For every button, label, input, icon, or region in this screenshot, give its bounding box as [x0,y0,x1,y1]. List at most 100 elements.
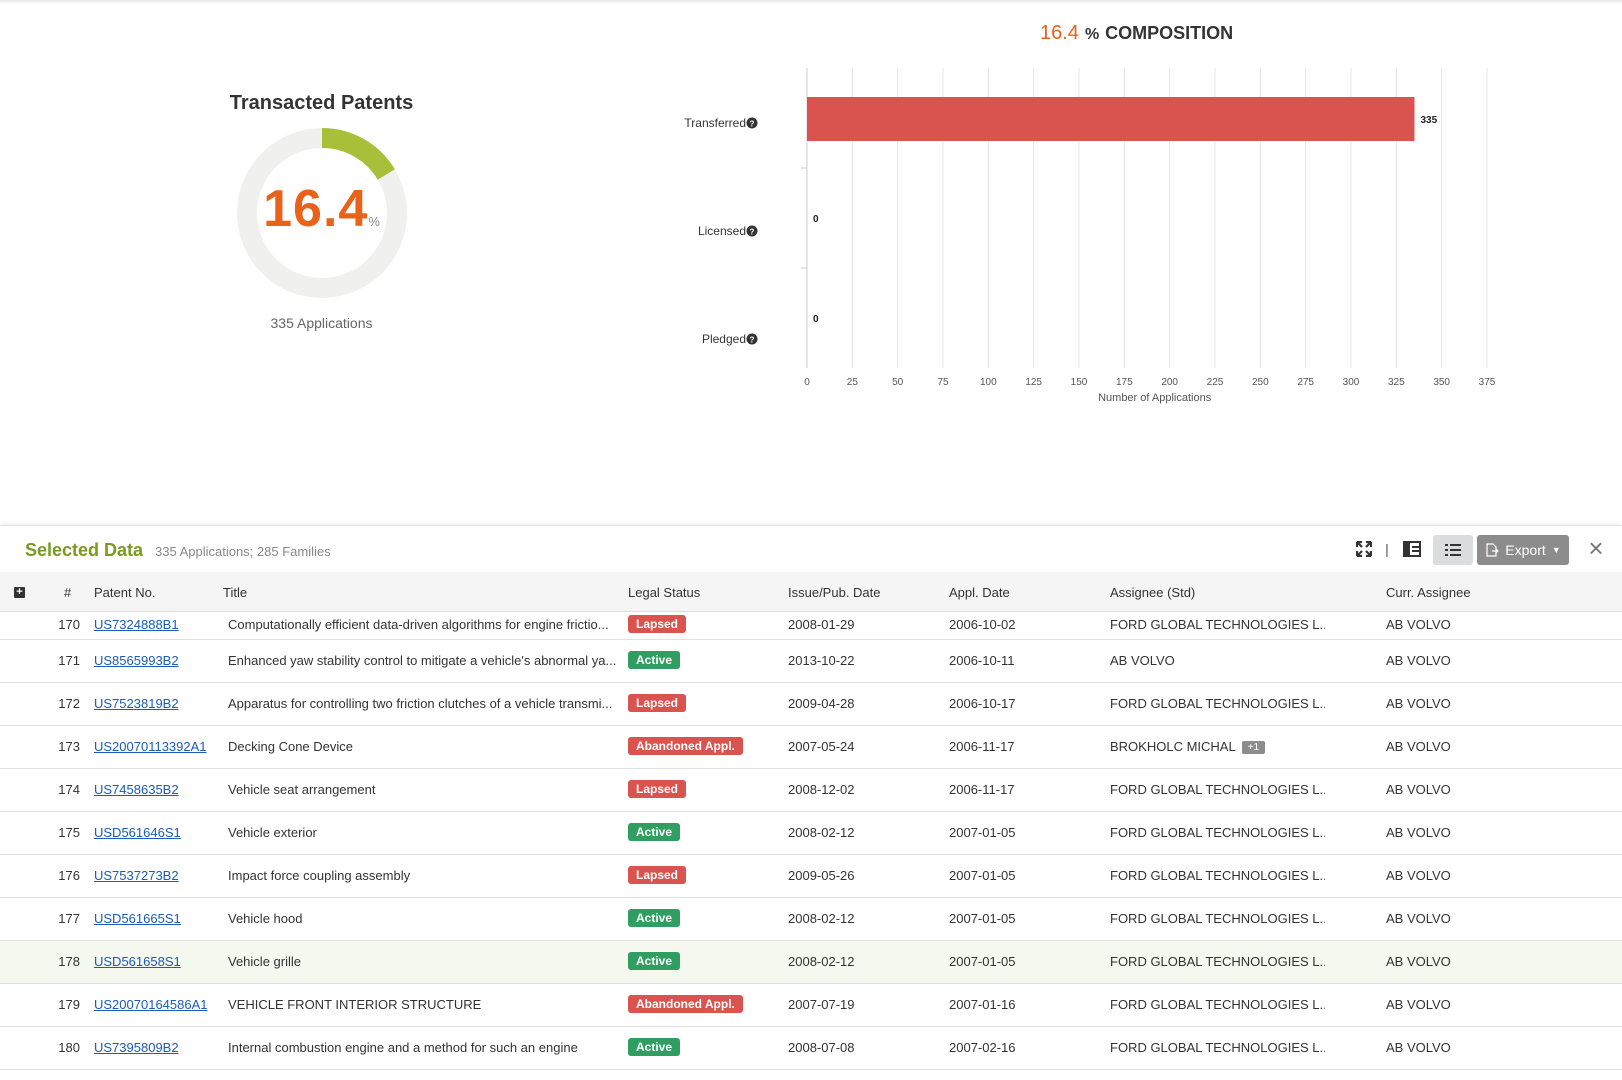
col-header-patent[interactable]: Patent No. [94,585,155,600]
issue-date: 2009-04-28 [788,696,855,711]
x-tick-label: 200 [1161,377,1178,388]
col-header-assignee[interactable]: Assignee (Std) [1110,585,1195,600]
row-number: 173 [58,739,80,754]
assignee-name: FORD GLOBAL TECHNOLOGIES L... [1110,954,1325,969]
donut-title: Transacted Patents [229,92,414,114]
patent-link[interactable]: USD561646S1 [94,825,181,840]
x-tick-label: 0 [804,377,810,388]
split-layout-icon[interactable] [1402,538,1422,560]
bar-transferred [807,97,1415,141]
col-header-issue[interactable]: Issue/Pub. Date [788,585,881,600]
assignee: FORD GLOBAL TECHNOLOGIES L... [1110,911,1325,926]
row-number: 176 [58,868,80,883]
col-header-current[interactable]: Curr. Assignee [1386,585,1471,600]
expand-icon[interactable] [1354,538,1374,560]
issue-date: 2008-12-02 [788,782,855,797]
assignee-more-badge[interactable]: +1 [1241,741,1266,754]
export-button[interactable]: Export ▼ [1477,535,1569,565]
x-tick-label: 350 [1433,377,1450,388]
table-header: + # Patent No. Title Legal Status Issue/… [0,572,1622,612]
patent-link[interactable]: USD561665S1 [94,911,181,926]
appl-date: 2006-11-17 [949,782,1015,797]
issue-date: 2007-05-24 [788,739,855,754]
table-row[interactable]: 178 USD561658S1 Vehicle grille Active 2008-0… [0,941,1622,984]
appl-date: 2007-02-16 [949,1040,1016,1055]
question-mark-glyph: ? [750,228,755,237]
col-header-num[interactable]: # [64,585,71,600]
list-view-icon[interactable] [1433,535,1473,565]
x-tick-label: 25 [847,377,859,388]
patent-title: Vehicle grille [228,954,301,969]
patent-link[interactable]: US7537273B2 [94,868,179,883]
patent-link[interactable]: US20070113392A1 [94,739,207,754]
patent-title: Apparatus for controlling two friction c… [228,696,613,711]
patent-title: Vehicle exterior [228,825,317,840]
assignee-name: FORD GLOBAL TECHNOLOGIES L... [1110,696,1325,711]
table-row[interactable]: 173 US20070113392A1 Decking Cone Device Aba… [0,726,1622,769]
appl-date: 2006-10-11 [949,653,1015,668]
assignee-name: FORD GLOBAL TECHNOLOGIES L... [1110,825,1325,840]
current-assignee: AB VOLVO [1386,997,1451,1012]
close-button[interactable]: × [1583,535,1609,562]
patent-link[interactable]: US8565993B2 [94,653,179,668]
selected-data-panel: Selected Data 335 Applications; 285 Fami… [0,525,1622,1080]
composition-bar-chart: 0 25 50 75 100 125 150 175 200 225 250 275 300 325 350… [684,68,1496,404]
x-tick-label: 75 [937,377,949,388]
status-badge: Lapsed [628,615,687,633]
current-assignee: AB VOLVO [1386,696,1451,711]
row-number: 179 [58,997,80,1012]
patent-title: Vehicle seat arrangement [228,782,376,797]
top-shadow [0,0,1622,4]
export-label: Export [1505,542,1546,558]
panel-header: Selected Data 335 Applications; 285 Fami… [0,526,1622,572]
composition-title: COMPOSITION [1105,23,1234,43]
table-row[interactable]: 172 US7523819B2 Apparatus for controlling … [0,683,1622,726]
assignee-name: AB VOLVO [1110,653,1175,668]
col-header-status[interactable]: Legal Status [628,585,700,600]
x-tick-label: 300 [1343,377,1360,388]
assignee-name: FORD GLOBAL TECHNOLOGIES L... [1110,997,1325,1012]
table-row[interactable]: 171 US8565993B2 Enhanced yaw stability con… [0,640,1622,683]
status-badge: Abandoned Appl. [628,995,743,1013]
patent-link[interactable]: US7458635B2 [94,782,179,797]
x-tick-label: 325 [1388,377,1405,388]
row-number: 180 [58,1040,80,1055]
patent-link[interactable]: US7324888B1 [94,617,179,632]
patent-link[interactable]: US7395809B2 [94,1040,179,1055]
current-assignee: AB VOLVO [1386,739,1451,754]
issue-date: 2008-02-12 [788,954,855,969]
patent-link[interactable]: US7523819B2 [94,696,179,711]
current-assignee: AB VOLVO [1386,911,1451,926]
assignee: BROKHOLC MICHAL +1 [1110,739,1325,754]
current-assignee: AB VOLVO [1386,617,1451,632]
bar-value-label: 335 [1420,115,1437,126]
col-header-appl[interactable]: Appl. Date [949,585,1010,600]
x-tick-label: 375 [1479,377,1496,388]
table-row[interactable]: 177 USD561665S1 Vehicle hood Active 2008-02-… [0,898,1622,941]
donut-value: 16.4% [232,179,412,239]
col-header-title[interactable]: Title [223,585,247,600]
table-row[interactable]: 175 USD561646S1 Vehicle exterior Active 2008… [0,812,1622,855]
issue-date: 2008-02-12 [788,911,855,926]
table-row[interactable]: 180 US7395809B2 Internal combustion engine… [0,1027,1622,1070]
patent-link[interactable]: USD561658S1 [94,954,181,969]
patent-title: Decking Cone Device [228,739,354,754]
current-assignee: AB VOLVO [1386,1040,1451,1055]
assignee: FORD GLOBAL TECHNOLOGIES L... [1110,617,1325,632]
expand-all-icon[interactable]: + [14,587,25,598]
x-tick-label: 275 [1297,377,1314,388]
table-row[interactable]: 179 US20070164586A1 VEHICLE FRONT INTERIOR… [0,984,1622,1027]
donut-chart: 16.4% [232,123,412,303]
row-number: 172 [58,696,80,711]
issue-date: 2009-05-26 [788,868,855,883]
appl-date: 2007-01-05 [949,868,1016,883]
x-axis-label: Number of Applications [1098,392,1212,404]
patent-link[interactable]: US20070164586A1 [94,997,208,1012]
x-tick-label: 250 [1252,377,1269,388]
table-row[interactable]: 174 US7458635B2 Vehicle seat arrangement La… [0,769,1622,812]
export-icon [1486,543,1500,557]
table-row[interactable]: 170 US7324888B1 Computationally efficient … [0,612,1622,640]
row-number: 171 [58,653,80,668]
table-row[interactable]: 176 US7537273B2 Impact force coupling asse… [0,855,1622,898]
table-body: 170 US7324888B1 Computationally efficient … [0,612,1622,1070]
